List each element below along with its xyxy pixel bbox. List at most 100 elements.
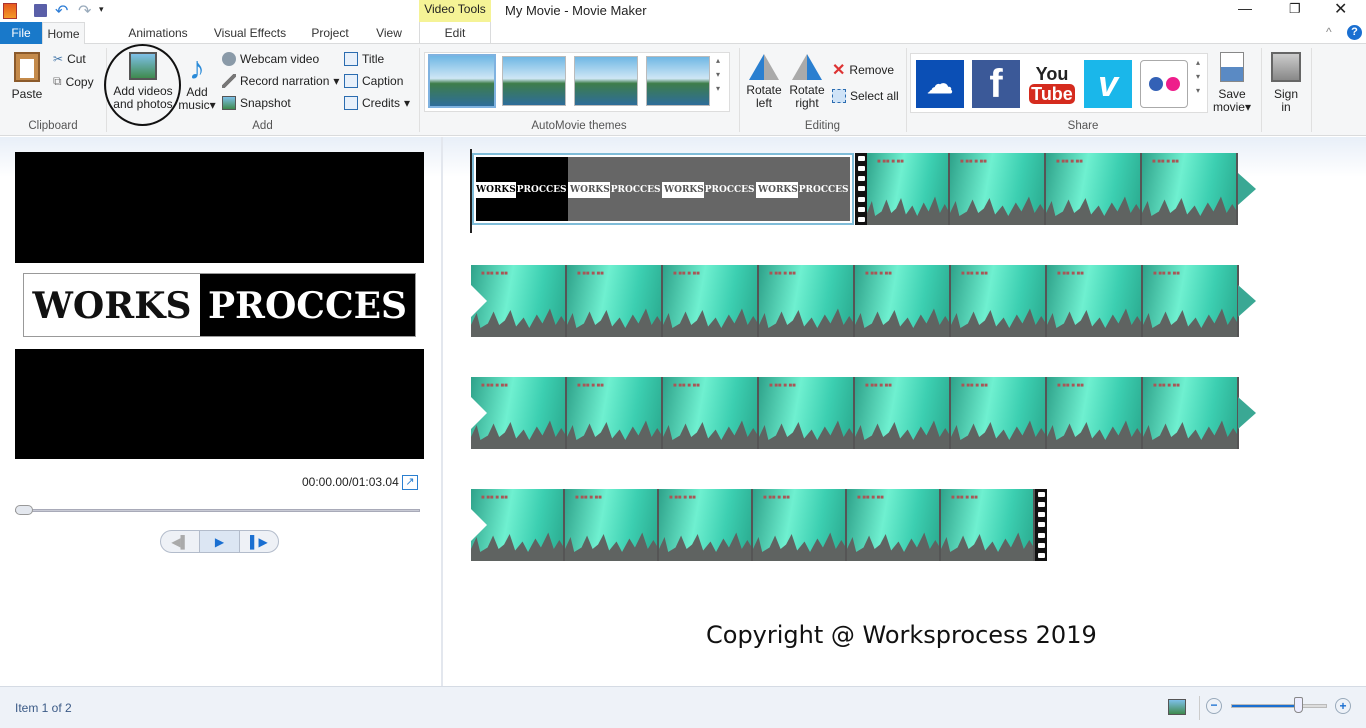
undo-icon[interactable]: ↶ (55, 1, 68, 21)
paste-icon (14, 52, 40, 82)
video-clip-frame[interactable]: ■ ■■ ■ ■■ (1047, 377, 1143, 449)
thumbnail-size-icon[interactable] (1168, 699, 1186, 715)
film-strip-edge (855, 153, 867, 225)
main-area: WORKS PROCCES 00:00.00/01:03.04 ↗ ◀▌ ▶ ▌… (0, 137, 1366, 686)
zoom-slider-thumb[interactable] (1294, 697, 1304, 713)
group-label-share: Share (1067, 120, 1099, 132)
video-clip-frame[interactable]: ■ ■■ ■ ■■ (659, 489, 753, 561)
video-clip-frame[interactable]: ■ ■■ ■ ■■ (867, 153, 950, 225)
redo-icon[interactable]: ↷ (78, 1, 91, 21)
close-button[interactable]: ✕ (1334, 0, 1347, 19)
help-icon[interactable]: ? (1347, 25, 1362, 40)
title-button[interactable]: Title (344, 52, 384, 66)
add-music-button[interactable]: ♪ Add music▾ (178, 50, 216, 112)
continues-notch-icon (471, 397, 487, 429)
video-clip-frame[interactable]: ■ ■■ ■ ■■ (753, 489, 847, 561)
video-clip-frame[interactable]: ■ ■■ ■ ■■ (565, 489, 659, 561)
clip-text-works: WORKS (758, 185, 798, 195)
video-clip-frame[interactable]: ■ ■■ ■ ■■ (847, 489, 941, 561)
webcam-video-button[interactable]: Webcam video (222, 52, 319, 66)
title-icon (344, 52, 358, 66)
customize-toolbar-icon[interactable]: ▾ (99, 4, 104, 15)
select-all-button[interactable]: Select all (832, 89, 899, 103)
theme-thumbnail[interactable] (574, 56, 638, 106)
webcam-icon (222, 52, 236, 66)
record-narration-button[interactable]: Record narration ▾ (222, 74, 339, 88)
film-strip-edge (1035, 489, 1047, 561)
credits-button[interactable]: Credits ▾ (344, 96, 410, 110)
snapshot-button[interactable]: Snapshot (222, 96, 291, 110)
share-scroll[interactable]: ▴ ▾ ▾ (1196, 56, 1200, 98)
separator (1199, 696, 1200, 720)
theme-thumbnail[interactable] (428, 54, 496, 108)
tab-animations[interactable]: Animations (120, 22, 196, 44)
app-icon[interactable] (3, 3, 17, 19)
theme-thumbnail[interactable] (646, 56, 710, 106)
flickr-pink-dot (1165, 77, 1180, 91)
video-clip-frame[interactable]: ■ ■■ ■ ■■ (663, 377, 759, 449)
rotate-right-button[interactable]: Rotate right (787, 54, 827, 110)
video-clip-frame[interactable]: ■ ■■ ■ ■■ (567, 377, 663, 449)
ribbon: Paste ✂ Cut ⧉ Copy Clipboard Add videos an… (0, 44, 1366, 136)
youtube-button[interactable]: You Tube (1028, 60, 1076, 108)
remove-label: Remove (849, 63, 895, 77)
tab-project[interactable]: Project (305, 22, 355, 44)
zoom-out-button[interactable]: − (1206, 698, 1222, 714)
caption-button[interactable]: Caption (344, 74, 403, 88)
continues-arrow-icon (1238, 285, 1256, 317)
video-clip-frame[interactable]: ■ ■■ ■ ■■ (951, 377, 1047, 449)
vimeo-button[interactable]: v (1084, 60, 1132, 108)
video-clip-frame[interactable]: ■ ■■ ■ ■■ (1142, 153, 1238, 225)
video-clip-frame[interactable]: ■ ■■ ■ ■■ (663, 265, 759, 337)
select-all-icon (832, 89, 846, 103)
copy-button[interactable]: ⧉ Copy (53, 74, 94, 89)
video-clip-frame[interactable]: ■ ■■ ■ ■■ (941, 489, 1035, 561)
tab-file[interactable]: File (0, 22, 42, 44)
video-clip-frame[interactable]: ■ ■■ ■ ■■ (855, 265, 951, 337)
group-label-clipboard: Clipboard (28, 120, 78, 132)
credits-icon (344, 96, 358, 110)
tab-edit[interactable]: Edit (419, 22, 491, 44)
title-clip[interactable]: WORKS PROCCES WORKS PROCCES WORKS PROCCES WORK… (472, 153, 854, 225)
video-clip-frame[interactable]: ■ ■■ ■ ■■ (759, 265, 855, 337)
select-all-label: Select all (850, 89, 899, 103)
minimize-button[interactable]: — (1238, 0, 1252, 16)
continues-notch-icon (471, 509, 487, 541)
collapse-ribbon-icon[interactable]: ^ (1326, 25, 1332, 39)
onedrive-button[interactable]: ☁ (916, 60, 964, 108)
tab-view[interactable]: View (368, 22, 410, 44)
copy-label: Copy (65, 74, 94, 89)
sign-in-button[interactable]: Sign in (1266, 52, 1306, 114)
video-clip-frame[interactable]: ■ ■■ ■ ■■ (950, 153, 1046, 225)
video-clip-frame[interactable]: ■ ■■ ■ ■■ (1143, 377, 1239, 449)
video-clip-frame[interactable]: ■ ■■ ■ ■■ (567, 265, 663, 337)
video-clip-frame[interactable]: ■ ■■ ■ ■■ (855, 377, 951, 449)
clip-text-procces: PROCCES (515, 182, 568, 198)
rotate-left-button[interactable]: Rotate left (744, 54, 784, 110)
title-clip-frame: WORKS PROCCES (570, 182, 662, 198)
continues-notch-icon (471, 285, 487, 317)
tab-home[interactable]: Home (42, 22, 85, 45)
facebook-button[interactable]: f (972, 60, 1020, 108)
remove-button[interactable]: ✕ Remove (832, 60, 894, 80)
cut-button[interactable]: ✂ Cut (53, 52, 86, 66)
zoom-in-button[interactable]: + (1335, 698, 1351, 714)
save-movie-button[interactable]: Save movie▾ (1210, 52, 1254, 114)
flickr-button[interactable] (1140, 60, 1188, 108)
video-clip-frame[interactable]: ■ ■■ ■ ■■ (759, 377, 855, 449)
save-icon[interactable] (34, 4, 47, 17)
title-clip-frame: WORKS PROCCES (476, 182, 568, 198)
paste-button[interactable]: Paste (8, 52, 46, 101)
tab-visual-effects[interactable]: Visual Effects (210, 22, 290, 44)
theme-thumbnail[interactable] (502, 56, 566, 106)
video-clip-frame[interactable]: ■ ■■ ■ ■■ (1143, 265, 1239, 337)
zoom-slider-track[interactable] (1231, 704, 1327, 708)
video-clip-frame[interactable]: ■ ■■ ■ ■■ (1046, 153, 1142, 225)
webcam-label: Webcam video (240, 52, 320, 66)
themes-scroll[interactable]: ▴ ▾ ▾ (716, 54, 720, 96)
title-label: Title (362, 52, 385, 66)
video-clip-frame[interactable]: ■ ■■ ■ ■■ (951, 265, 1047, 337)
caption-label: Caption (362, 74, 404, 88)
video-clip-frame[interactable]: ■ ■■ ■ ■■ (1047, 265, 1143, 337)
restore-button[interactable]: ❐ (1289, 1, 1301, 17)
